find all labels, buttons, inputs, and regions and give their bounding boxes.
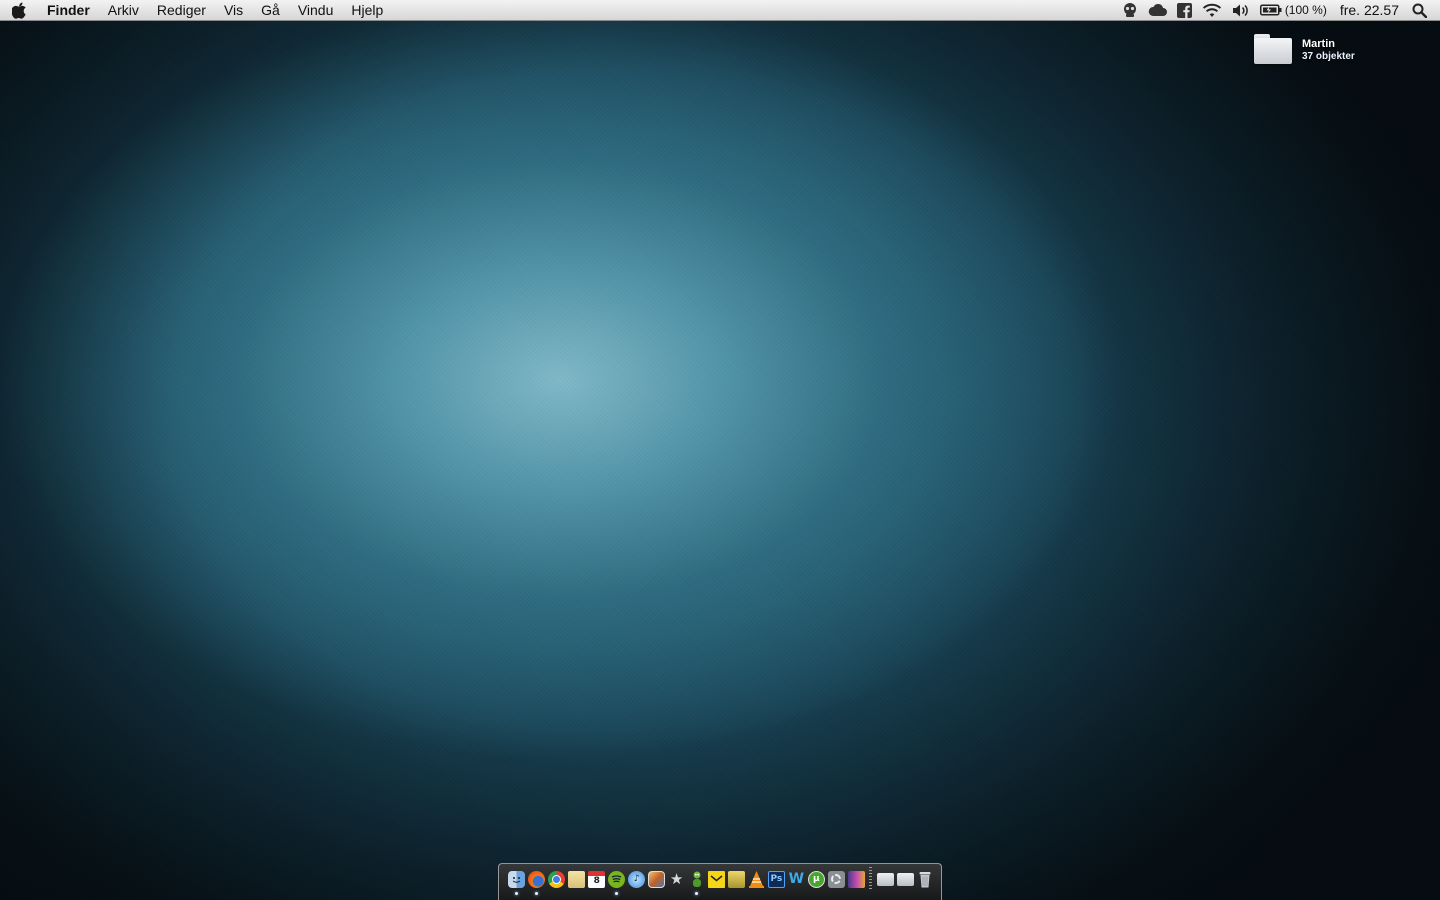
menu-arkiv[interactable]: Arkiv [99, 0, 148, 21]
volume-icon[interactable] [1227, 0, 1255, 21]
notes-icon [568, 870, 586, 888]
dock-app-utorrent[interactable]: µ [806, 869, 826, 889]
running-indicator [515, 892, 518, 895]
dock-app-chrome[interactable] [547, 869, 567, 889]
itunes-icon: ♪ [628, 870, 646, 888]
final-cut-icon [727, 870, 745, 888]
adium-icon [688, 871, 705, 888]
menu-hjelp[interactable]: Hjelp [342, 0, 392, 21]
trash-icon [917, 871, 934, 888]
alien-icon[interactable] [1117, 0, 1143, 21]
dock-app-final-cut[interactable] [726, 869, 746, 889]
iphoto-icon [648, 870, 666, 888]
utorrent-icon: µ [807, 870, 825, 888]
documents-folder-icon [876, 872, 894, 886]
word-icon: W [788, 871, 805, 887]
photo-booth-icon [847, 870, 865, 888]
dock-app-notes[interactable] [567, 869, 587, 889]
dock-app-mail[interactable] [707, 869, 727, 889]
spotlight-search-icon[interactable] [1407, 0, 1432, 21]
dock-app-photo-booth[interactable] [846, 869, 866, 889]
dock-app-finder[interactable] [507, 869, 527, 895]
facebook-icon[interactable] [1172, 0, 1197, 21]
menu-rediger[interactable]: Rediger [148, 0, 215, 21]
dock-app-calendar[interactable]: 8 [587, 869, 607, 889]
dock-app-photoshop[interactable]: Ps [766, 869, 786, 889]
dock-app-adium[interactable] [687, 869, 707, 895]
dock-trash[interactable] [915, 869, 935, 889]
spotify-icon [608, 870, 626, 888]
dock-app-firefox[interactable] [527, 869, 547, 895]
calendar-icon: 8 [588, 870, 606, 888]
mail-stamp-icon [708, 870, 725, 888]
wallpaper-texture [0, 0, 1440, 900]
running-indicator [534, 892, 538, 895]
folder-item-count: 37 objekter [1302, 51, 1355, 62]
dock-app-word[interactable]: W [786, 869, 806, 889]
menu-bar: Finder Arkiv Rediger Vis Gå Vindu Hjelp … [0, 0, 1440, 21]
menu-app-finder[interactable]: Finder [38, 0, 99, 21]
desktop-folder-martin[interactable]: Martin 37 objekter [1254, 34, 1355, 64]
system-preferences-icon [827, 870, 845, 888]
menu-ga[interactable]: Gå [252, 0, 289, 21]
photoshop-icon: Ps [767, 870, 785, 888]
imovie-star-icon: ★ [669, 870, 684, 888]
running-indicator [694, 892, 698, 895]
firefox-icon [528, 870, 546, 888]
dock-app-spotify[interactable] [607, 869, 627, 895]
menu-vindu[interactable]: Vindu [289, 0, 343, 21]
folder-name: Martin [1302, 38, 1335, 50]
downloads-folder-icon [896, 872, 914, 886]
running-indicator [614, 892, 618, 895]
dock: 8 ♪ ★ Ps W µ [498, 863, 942, 900]
folder-icon [1254, 34, 1292, 64]
dock-separator [869, 867, 873, 891]
dock-stack-documents[interactable] [875, 869, 895, 889]
vlc-icon [748, 870, 765, 888]
chrome-icon [548, 870, 566, 888]
wifi-icon[interactable] [1197, 0, 1227, 21]
dock-app-itunes[interactable]: ♪ [627, 869, 647, 889]
photoshop-label: Ps [770, 874, 783, 884]
finder-icon [508, 870, 526, 888]
battery-icon[interactable]: (100 %) [1255, 0, 1332, 21]
menu-vis[interactable]: Vis [215, 0, 252, 21]
dock-app-system-preferences[interactable] [826, 869, 846, 889]
calendar-date: 8 [593, 876, 600, 886]
wallpaper-vignette [0, 0, 1440, 900]
dock-app-vlc[interactable] [746, 869, 766, 889]
cloud-icon[interactable] [1143, 0, 1172, 21]
dock-stack-downloads[interactable] [895, 869, 915, 889]
battery-percentage: (100 %) [1284, 3, 1327, 17]
dock-app-iphoto[interactable] [647, 869, 667, 889]
dock-app-imovie[interactable]: ★ [667, 869, 687, 889]
menu-clock[interactable]: fre. 22.57 [1332, 2, 1407, 18]
apple-logo-icon[interactable] [0, 0, 38, 20]
